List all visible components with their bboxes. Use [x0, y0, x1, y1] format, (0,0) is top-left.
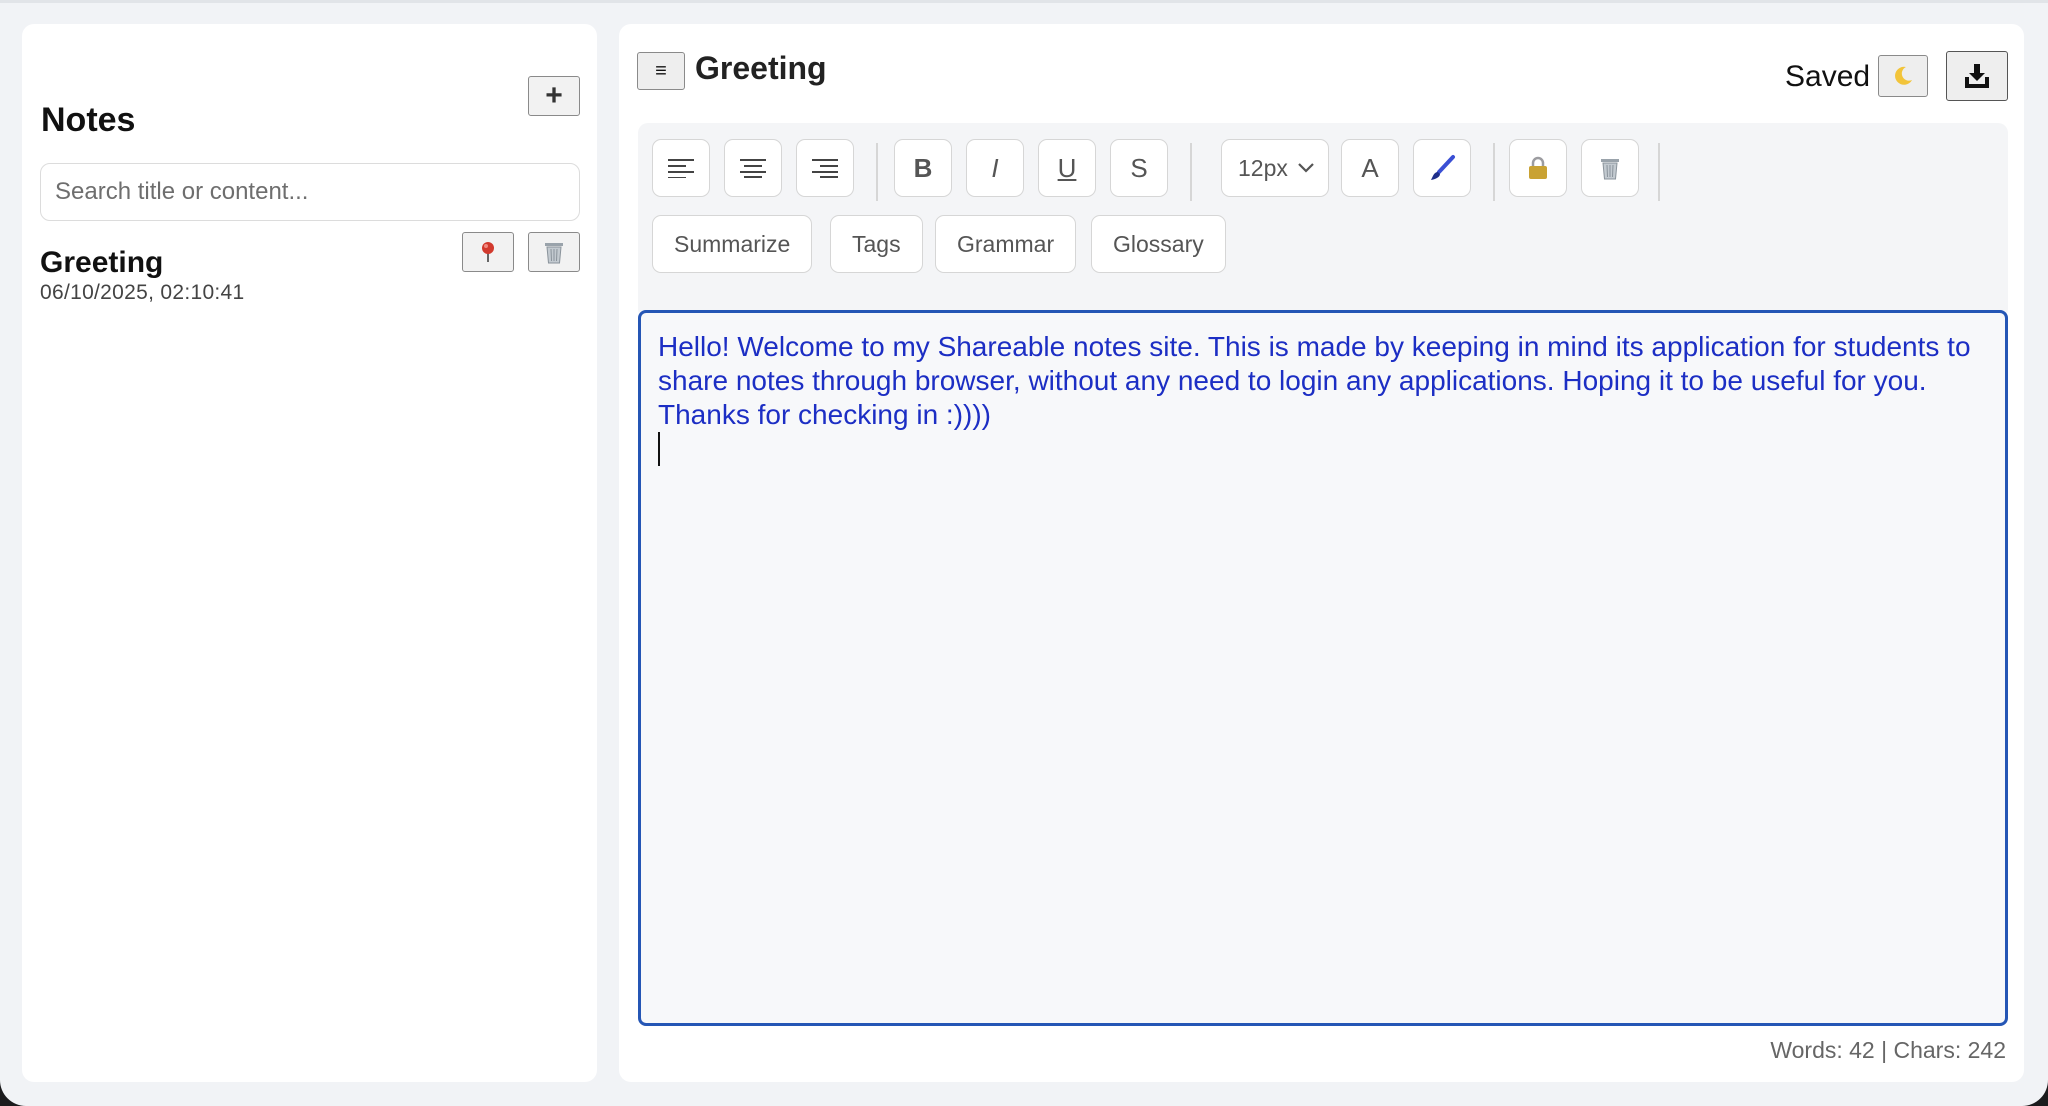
editor-content: Hello! Welcome to my Shareable notes sit…	[658, 331, 1971, 430]
summarize-button[interactable]: Summarize	[652, 215, 813, 273]
tags-button[interactable]: Tags	[830, 215, 923, 273]
app-window: Notes + Greeting 06/10/2025, 02:10:41	[0, 0, 2048, 1106]
theme-toggle-button[interactable]	[1878, 55, 1928, 97]
trash-icon	[545, 243, 563, 264]
strikethrough-button[interactable]: S	[1110, 139, 1168, 197]
note-title: Greeting	[40, 246, 164, 279]
editor-panel: ≡ Greeting Saved B I U S 12px A Summariz…	[619, 24, 2024, 1082]
search-input[interactable]	[40, 163, 580, 221]
notes-sidebar: Notes + Greeting 06/10/2025, 02:10:41	[22, 24, 597, 1082]
download-button[interactable]	[1946, 51, 2008, 101]
toolbar-divider	[1190, 143, 1192, 201]
align-left-icon	[668, 159, 694, 178]
grammar-button[interactable]: Grammar	[935, 215, 1077, 273]
delete-note-button[interactable]	[528, 232, 580, 272]
align-left-button[interactable]	[652, 139, 710, 197]
trash-icon	[1601, 159, 1619, 180]
download-icon	[1965, 64, 1989, 88]
font-size-select[interactable]: 12px	[1221, 139, 1329, 197]
font-color-button[interactable]: A	[1341, 139, 1399, 197]
pin-icon	[482, 242, 494, 262]
bold-button[interactable]: B	[894, 139, 952, 197]
moon-icon	[1895, 66, 1912, 85]
italic-button[interactable]: I	[966, 139, 1024, 197]
toolbar-divider	[1493, 143, 1495, 201]
lock-button[interactable]	[1509, 139, 1567, 197]
lock-icon	[1529, 156, 1547, 179]
align-center-button[interactable]	[724, 139, 782, 197]
align-right-icon	[812, 159, 838, 178]
chevron-down-icon	[1298, 163, 1314, 173]
clear-button[interactable]	[1581, 139, 1639, 197]
word-char-count: Words: 42 | Chars: 242	[1770, 1037, 2006, 1063]
add-note-button[interactable]: +	[528, 76, 580, 116]
menu-toggle-button[interactable]: ≡	[637, 52, 685, 90]
font-size-value: 12px	[1238, 154, 1288, 181]
note-date: 06/10/2025, 02:10:41	[40, 281, 245, 304]
toolbar-divider	[876, 143, 878, 201]
toolbar-divider	[1658, 143, 1660, 201]
pin-note-button[interactable]	[462, 232, 514, 272]
align-center-icon	[740, 159, 766, 178]
sidebar-title: Notes	[41, 101, 136, 139]
underline-button[interactable]: U	[1038, 139, 1096, 197]
text-caret	[658, 432, 660, 466]
paintbrush-icon	[1431, 155, 1455, 180]
note-editor[interactable]: Hello! Welcome to my Shareable notes sit…	[638, 310, 2008, 1026]
highlight-button[interactable]	[1413, 139, 1471, 197]
save-status: Saved	[1785, 60, 1871, 93]
document-title[interactable]: Greeting	[695, 50, 827, 87]
formatting-toolbar: B I U S 12px A Summarize Tags Grammar Gl…	[638, 123, 2008, 319]
glossary-button[interactable]: Glossary	[1091, 215, 1226, 273]
align-right-button[interactable]	[796, 139, 854, 197]
